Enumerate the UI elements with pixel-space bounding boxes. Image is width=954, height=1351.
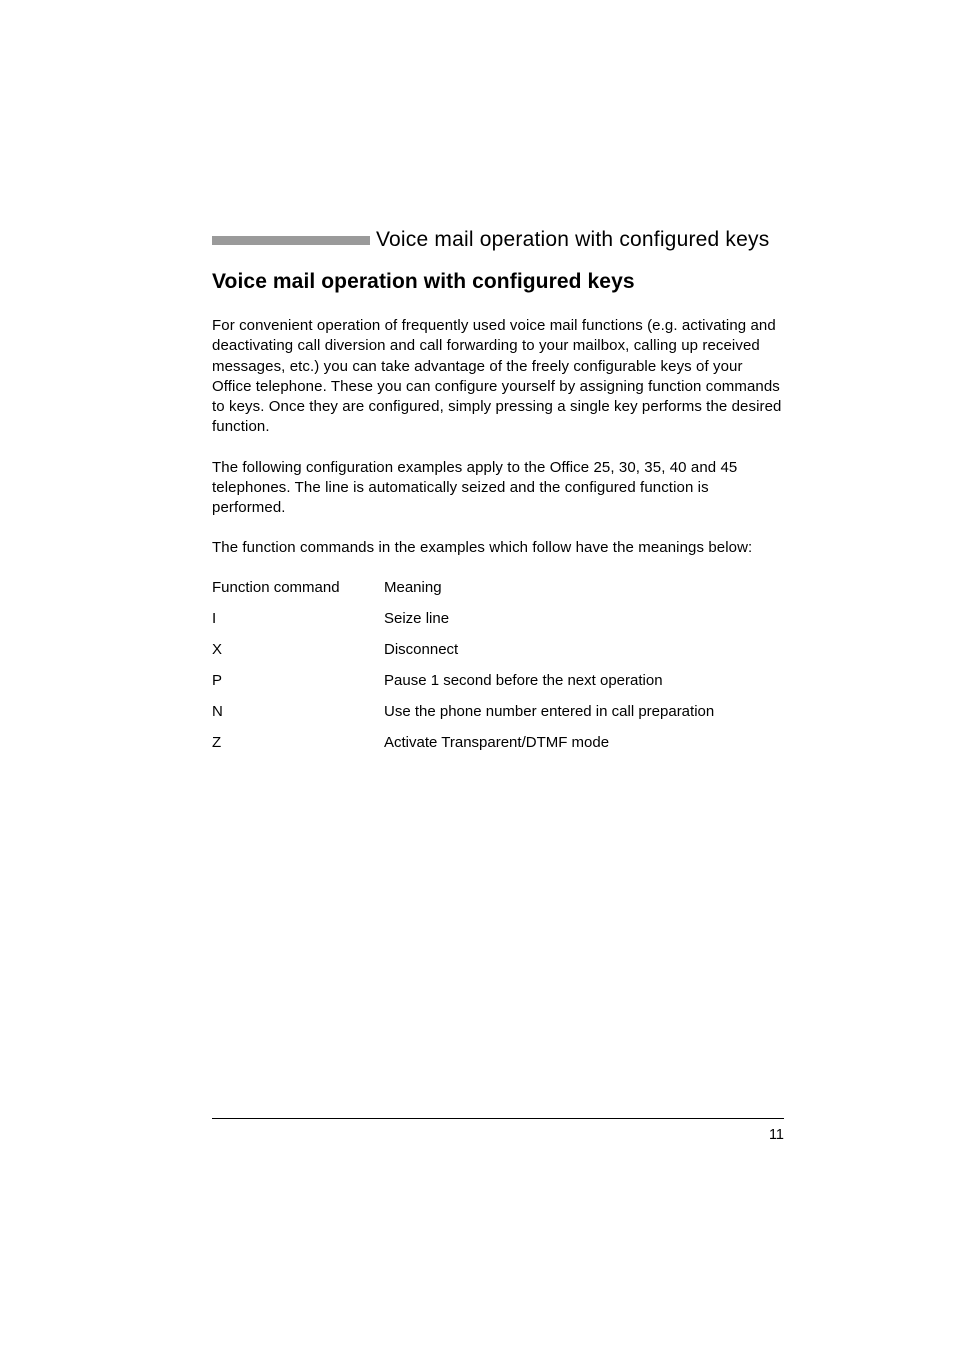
table-cell-meaning: Disconnect: [384, 641, 458, 658]
table-row: N Use the phone number entered in call p…: [212, 703, 784, 720]
table-cell-meaning: Seize line: [384, 610, 449, 627]
page-number: 11: [212, 1127, 784, 1143]
intro-paragraph-1: For convenient operation of frequently u…: [212, 316, 784, 438]
header-decorative-bar: [212, 236, 370, 245]
table-header-col-1: Function command: [212, 579, 384, 596]
table-cell-cmd: P: [212, 672, 384, 689]
table-cell-meaning: Pause 1 second before the next operation: [384, 672, 663, 689]
table-row: P Pause 1 second before the next operati…: [212, 672, 784, 689]
page-footer: 11: [212, 1118, 784, 1143]
running-header: Voice mail operation with configured key…: [212, 228, 784, 252]
table-row: X Disconnect: [212, 641, 784, 658]
intro-paragraph-2: The following configuration examples app…: [212, 458, 784, 519]
table-cell-cmd: N: [212, 703, 384, 720]
table-cell-cmd: I: [212, 610, 384, 627]
table-cell-meaning: Use the phone number entered in call pre…: [384, 703, 714, 720]
table-row: Z Activate Transparent/DTMF mode: [212, 734, 784, 751]
footer-divider: [212, 1118, 784, 1119]
table-cell-meaning: Activate Transparent/DTMF mode: [384, 734, 609, 751]
table-cell-cmd: X: [212, 641, 384, 658]
table-row: I Seize line: [212, 610, 784, 627]
running-header-title: Voice mail operation with configured key…: [376, 228, 769, 252]
page-content: Voice mail operation with configured key…: [0, 0, 954, 751]
function-commands-table: Function command Meaning I Seize line X …: [212, 579, 784, 751]
main-heading: Voice mail operation with configured key…: [212, 270, 784, 294]
table-header-col-2: Meaning: [384, 579, 442, 596]
table-cell-cmd: Z: [212, 734, 384, 751]
intro-paragraph-3: The function commands in the examples wh…: [212, 538, 784, 558]
table-header-row: Function command Meaning: [212, 579, 784, 596]
